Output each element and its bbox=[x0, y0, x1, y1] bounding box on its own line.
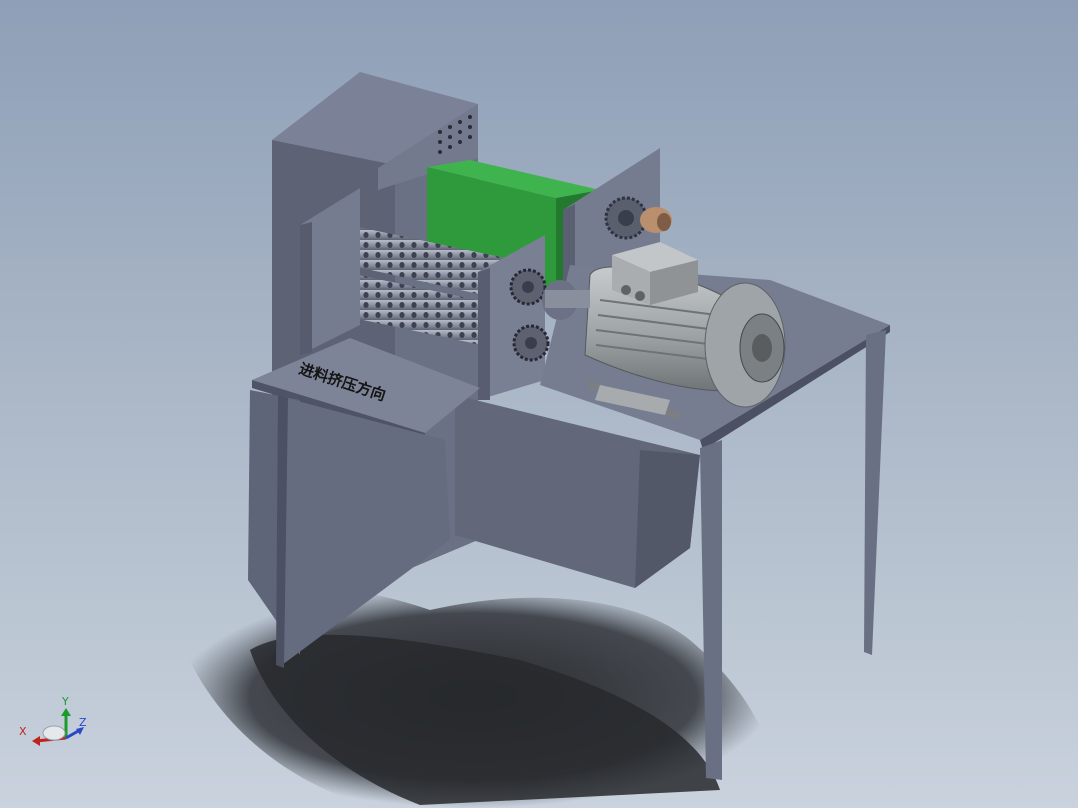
z-axis-label: Z bbox=[79, 716, 87, 729]
x-axis-head bbox=[32, 736, 40, 746]
view-triad[interactable]: X Y Z bbox=[19, 695, 87, 746]
gear-icon bbox=[512, 324, 550, 362]
coupling-icon bbox=[640, 207, 672, 233]
triad-origin bbox=[42, 725, 66, 741]
gear-icon bbox=[604, 196, 648, 240]
fan-cover-icon bbox=[704, 282, 786, 408]
y-axis-label: Y bbox=[61, 695, 69, 708]
gear-icon bbox=[509, 268, 547, 306]
y-axis-head bbox=[61, 708, 71, 716]
graphics-viewport[interactable]: 进料挤压方向 X Y Z bbox=[0, 0, 1078, 808]
ground-shadow bbox=[175, 585, 772, 808]
x-axis-label: X bbox=[19, 725, 27, 738]
model-scene[interactable]: 进料挤压方向 X Y Z bbox=[0, 0, 1078, 808]
